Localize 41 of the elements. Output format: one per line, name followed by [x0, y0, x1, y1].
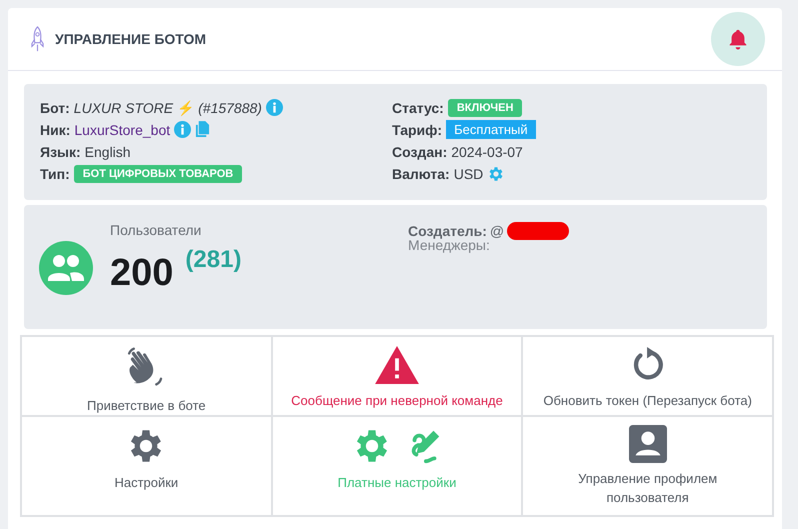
page-title: УПРАВЛЕНИЕ БОТОМ — [55, 31, 208, 47]
users-label: Пользователи — [110, 222, 202, 238]
profile-icon — [628, 425, 667, 463]
menu-tile[interactable]: Настройки — [21, 416, 272, 516]
menu-tile[interactable]: Управление профилем пользователя — [522, 416, 773, 516]
rocket-icon — [30, 26, 45, 52]
users-total: (281) — [185, 246, 242, 274]
field-label: Создан: — [392, 144, 448, 160]
status-badge: БОТ ЦИФРОВЫХ ТОВАРОВ — [74, 164, 242, 182]
bell-icon — [727, 28, 749, 50]
bot-id: (#157888) — [198, 100, 262, 116]
field-label: Бот: — [40, 100, 70, 116]
menu-tile[interactable]: Сообщение при неверной команде — [272, 336, 522, 416]
menu-tile[interactable]: Обновить токен (Перезапуск бота) — [522, 336, 773, 416]
field-label: Статус: — [392, 100, 444, 116]
field-value: USD — [454, 166, 484, 182]
notifications-button[interactable] — [711, 12, 765, 66]
status-badge: ВКЛЮЧЕН — [448, 98, 522, 116]
field-label: Тип: — [40, 166, 70, 182]
settings-icon[interactable] — [487, 164, 506, 182]
lightning-icon: ⚡ — [177, 100, 194, 116]
field-value: 2024-03-07 — [451, 144, 523, 160]
plan-badge: Бесплатный — [446, 120, 536, 139]
field-label: Валюта: — [392, 166, 450, 182]
copy-icon[interactable] — [195, 121, 210, 138]
managers-label: Менеджеры: — [408, 238, 491, 253]
redaction-mark — [507, 222, 570, 240]
field-label: Язык: — [40, 144, 81, 160]
users-count: 200 — [110, 252, 174, 295]
creator-handle: @ — [490, 222, 504, 238]
menu-tile[interactable]: Приветствие в боте — [21, 336, 272, 416]
field-label: Ник: — [40, 122, 70, 138]
field-label: Тариф: — [392, 122, 442, 138]
info-icon[interactable] — [266, 99, 283, 116]
bot-name: LUXUR STORE — [74, 100, 174, 116]
info-icon[interactable] — [174, 121, 192, 138]
users-icon — [39, 241, 93, 295]
bot-username-link[interactable]: LuxurStore_bot — [74, 122, 170, 138]
warning-icon — [374, 345, 420, 385]
field-value: English — [84, 144, 131, 160]
creator-label: Создатель: — [408, 222, 487, 238]
